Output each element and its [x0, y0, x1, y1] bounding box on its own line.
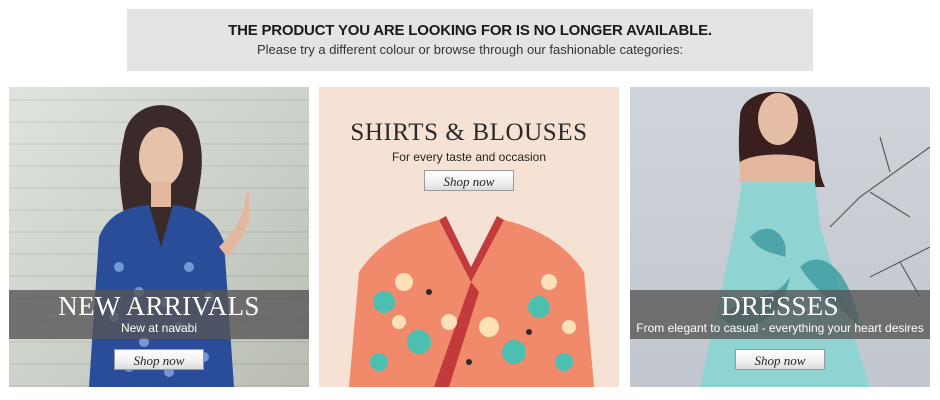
- notice-subtext: Please try a different colour or browse …: [256, 42, 684, 57]
- new-arrivals-photo[interactable]: [9, 87, 309, 387]
- category-card-shirts-blouses[interactable]: SHIRTS & BLOUSES For every taste and occ…: [319, 87, 619, 387]
- dresses-photo[interactable]: [630, 87, 930, 387]
- dresses-overlay: DRESSES From elegant to casual - everyth…: [630, 290, 930, 339]
- unavailable-notice: THE PRODUCT YOU ARE LOOKING FOR IS NO LO…: [127, 9, 813, 71]
- model-dress-image: [700, 91, 870, 387]
- floral-blouse-image: [349, 216, 594, 387]
- dresses-shop-button[interactable]: Shop now: [735, 349, 825, 370]
- model-figure-image: [89, 105, 249, 387]
- shirts-tagline: For every taste and occasion: [391, 150, 547, 164]
- notice-headline: THE PRODUCT YOU ARE LOOKING FOR IS NO LO…: [228, 22, 712, 39]
- new-arrivals-tagline: New at navabi: [120, 321, 198, 335]
- category-card-new-arrivals[interactable]: NEW ARRIVALS New at navabi Shop now: [9, 87, 309, 387]
- new-arrivals-shop-button[interactable]: Shop now: [114, 349, 204, 370]
- dresses-tagline: From elegant to casual - everything your…: [636, 321, 924, 335]
- dresses-title: DRESSES: [721, 291, 839, 321]
- shirts-shop-button[interactable]: Shop now: [424, 170, 514, 191]
- new-arrivals-title: NEW ARRIVALS: [58, 291, 260, 321]
- shirts-title: SHIRTS & BLOUSES: [350, 119, 588, 146]
- new-arrivals-overlay: NEW ARRIVALS New at navabi: [9, 290, 309, 339]
- category-card-dresses[interactable]: DRESSES From elegant to casual - everyth…: [630, 87, 930, 387]
